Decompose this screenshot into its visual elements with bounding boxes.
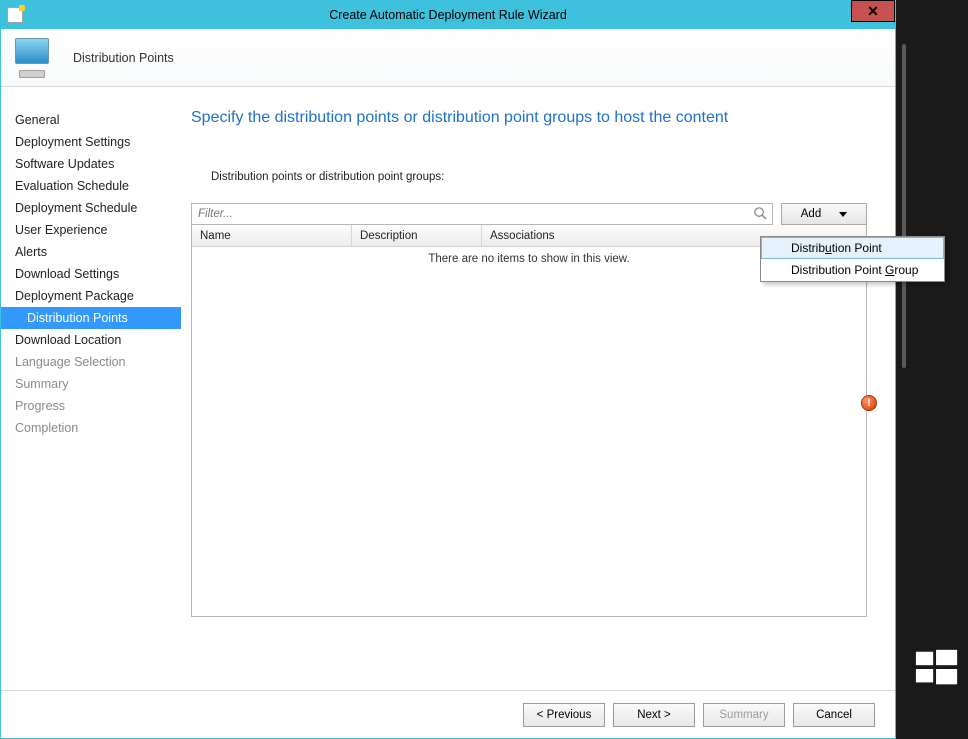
page-heading: Specify the distribution points or distr… [191, 109, 867, 127]
next-button[interactable]: Next > [613, 703, 695, 727]
menu-item-label: Distribution Point Group [791, 263, 918, 277]
main-panel: Specify the distribution points or distr… [181, 87, 895, 690]
content-area: General Deployment Settings Software Upd… [1, 87, 895, 690]
sidebar-item-progress: Progress [1, 395, 181, 417]
window-title: Create Automatic Deployment Rule Wizard [1, 8, 895, 22]
sidebar-item-language-selection: Language Selection [1, 351, 181, 373]
filter-input-wrap [191, 203, 773, 225]
section-label: Distribution points or distribution poin… [191, 171, 867, 183]
page-title: Distribution Points [73, 51, 174, 65]
error-icon: ! [861, 395, 877, 411]
sidebar-item-download-settings[interactable]: Download Settings [1, 263, 181, 285]
sidebar-item-software-updates[interactable]: Software Updates [1, 153, 181, 175]
sidebar-item-completion: Completion [1, 417, 181, 439]
previous-button[interactable]: < Previous [523, 703, 605, 727]
wizard-step-sidebar: General Deployment Settings Software Upd… [1, 87, 181, 690]
windows-start-icon[interactable] [914, 646, 960, 697]
add-button[interactable]: Add [781, 203, 867, 225]
add-button-label: Add [801, 208, 821, 220]
sidebar-item-alerts[interactable]: Alerts [1, 241, 181, 263]
menu-item-distribution-point[interactable]: Distribution Point [761, 237, 944, 259]
sidebar-item-deployment-schedule[interactable]: Deployment Schedule [1, 197, 181, 219]
distribution-points-table: Name Description Associations There are … [191, 225, 867, 617]
close-button[interactable]: ✕ [851, 0, 895, 22]
menu-item-label: Distribution Point [791, 241, 882, 255]
wizard-footer: < Previous Next > Summary Cancel [1, 690, 895, 738]
add-dropdown-menu: Distribution Point Distribution Point Gr… [760, 236, 945, 282]
column-name[interactable]: Name [192, 225, 352, 246]
sidebar-item-deployment-settings[interactable]: Deployment Settings [1, 131, 181, 153]
wizard-window: Create Automatic Deployment Rule Wizard … [0, 0, 896, 739]
sidebar-item-evaluation-schedule[interactable]: Evaluation Schedule [1, 175, 181, 197]
close-icon: ✕ [867, 3, 879, 20]
summary-button: Summary [703, 703, 785, 727]
chevron-down-icon [839, 212, 847, 217]
sidebar-item-general[interactable]: General [1, 109, 181, 131]
distribution-points-icon [15, 38, 59, 78]
cancel-button[interactable]: Cancel [793, 703, 875, 727]
column-description[interactable]: Description [352, 225, 482, 246]
background-scrollbar[interactable] [902, 44, 906, 368]
sidebar-item-deployment-package[interactable]: Deployment Package [1, 285, 181, 307]
sidebar-item-user-experience[interactable]: User Experience [1, 219, 181, 241]
titlebar: Create Automatic Deployment Rule Wizard … [1, 1, 895, 29]
sidebar-item-download-location[interactable]: Download Location [1, 329, 181, 351]
filter-input[interactable] [192, 204, 772, 224]
sidebar-item-summary: Summary [1, 373, 181, 395]
search-icon [753, 206, 768, 221]
sidebar-item-distribution-points[interactable]: Distribution Points [1, 307, 181, 329]
page-header: Distribution Points [1, 29, 895, 87]
menu-item-distribution-point-group[interactable]: Distribution Point Group [761, 259, 944, 281]
